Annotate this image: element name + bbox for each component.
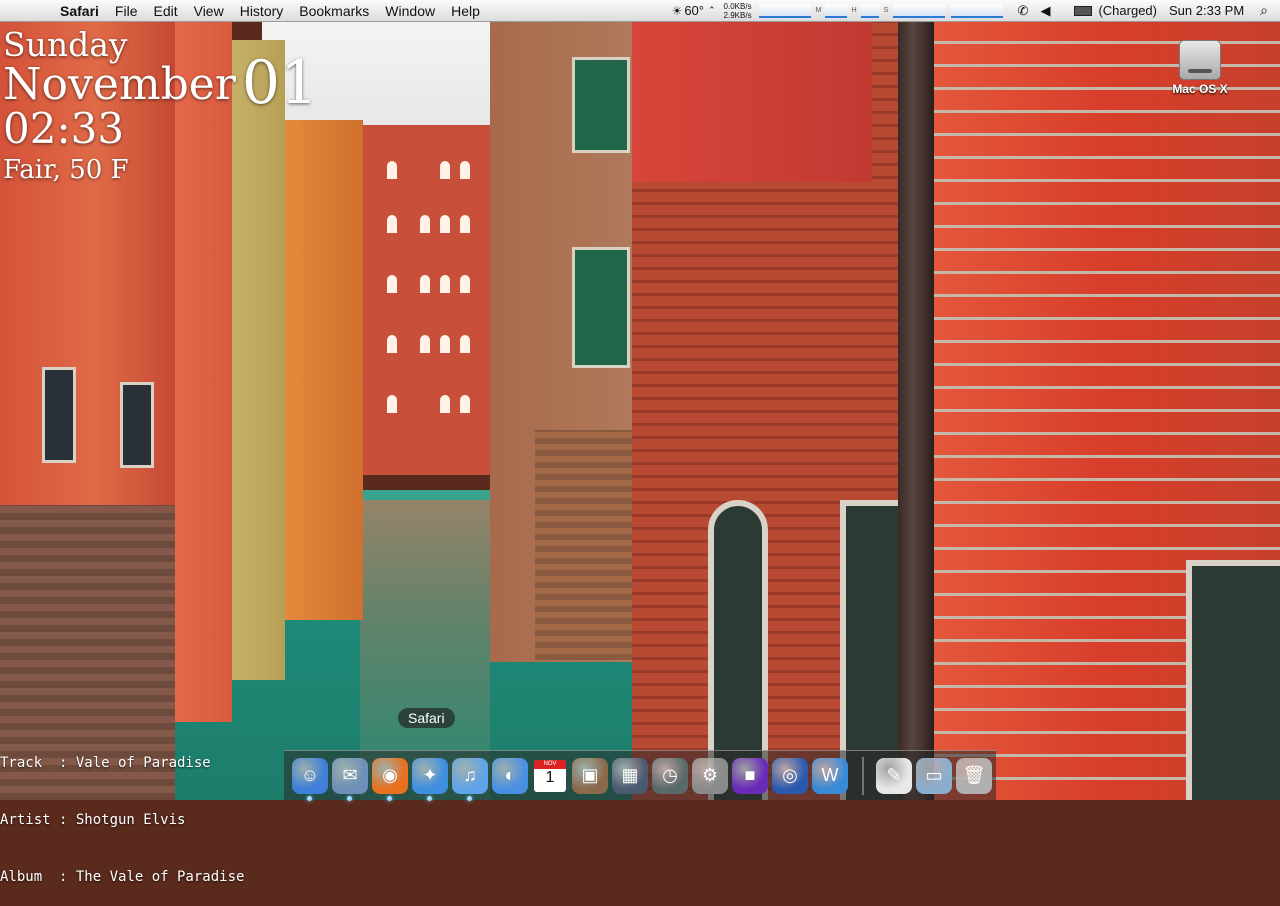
menu-view[interactable]: View xyxy=(186,0,232,22)
hard-disk-icon xyxy=(1179,40,1221,80)
ichat-glyph: ◐ xyxy=(504,765,516,785)
wallpaper-mid-base xyxy=(535,430,640,660)
dock-documents-stack-icon[interactable]: ✎ xyxy=(876,757,912,794)
cpu-label-icon: S xyxy=(883,7,889,14)
status-area: ☀ 60° ⌃ 0.0KB/s 2.9KB/s M H S ✆ ◀ (Charg… xyxy=(668,0,1280,22)
purple-app-glyph: ■ xyxy=(744,765,756,785)
dock-iphoto-icon[interactable]: ▣ xyxy=(572,757,608,794)
finder-glyph: ☺ xyxy=(300,765,320,785)
dock-downloads-folder-icon[interactable]: ▭ xyxy=(916,757,952,794)
now-playing-track: Track : Vale of Paradise xyxy=(0,755,211,771)
calendar-day: 1 xyxy=(545,768,555,786)
widget-weather: Fair, 50 F xyxy=(3,155,129,185)
wallpaper-right-door xyxy=(1186,560,1280,800)
dock-disc-utility-icon[interactable]: ◎ xyxy=(772,757,808,794)
net-down-label: 0.0KB/s xyxy=(723,1,752,11)
wallpaper-drainpipe xyxy=(898,22,934,800)
desktop-disk-mac-os-x[interactable]: Mac OS X xyxy=(1168,40,1232,96)
disc-utility-glyph: ◎ xyxy=(782,765,798,785)
volume-icon[interactable]: ◀ xyxy=(1040,3,1050,19)
network-graph[interactable] xyxy=(758,3,811,18)
menu-app-safari[interactable]: Safari xyxy=(52,0,107,22)
calendar-month: NOV xyxy=(534,759,566,769)
memory-label-icon: M xyxy=(815,7,822,14)
calendar-icon: NOV 1 xyxy=(534,759,566,792)
widget-month-line: November 01 xyxy=(3,53,318,113)
menu-file[interactable]: File xyxy=(107,0,146,22)
dock: ☺ ✉ ◉ ✦ ♫ ◐ NOV 1 ▣ ▦ ◷ ⚙ ■ ◎ W ✎ ▭ 🗑 xyxy=(284,750,996,801)
dock-finder-icon[interactable]: ☺ xyxy=(292,757,328,801)
trash-glyph: 🗑 xyxy=(962,765,986,785)
mail-glyph: ✉ xyxy=(342,765,358,785)
dock-tooltip: Safari xyxy=(398,708,455,728)
net-up-label: 2.9KB/s xyxy=(723,10,752,20)
weather-status[interactable]: ☀ 60° ⌃ xyxy=(672,3,716,18)
time-machine-glyph: ◷ xyxy=(662,765,678,785)
dock-time-machine-icon[interactable]: ◷ xyxy=(652,757,688,794)
system-preferences-glyph: ⚙ xyxy=(701,765,719,785)
dock-ical-icon[interactable]: NOV 1 xyxy=(532,758,568,794)
activity-graph[interactable] xyxy=(950,3,1003,18)
menu-help[interactable]: Help xyxy=(443,0,488,22)
menu-bookmarks[interactable]: Bookmarks xyxy=(291,0,377,22)
dock-separator xyxy=(862,756,864,795)
itunes-glyph: ♫ xyxy=(463,765,477,785)
now-playing-widget: Track : Vale of Paradise Artist : Shotgu… xyxy=(0,716,244,906)
date-time-widget: Sunday November 01 02:33 Fair, 50 F xyxy=(3,26,318,186)
widget-month: November xyxy=(3,59,236,110)
now-playing-artist: Artist : Shotgun Elvis xyxy=(0,812,186,828)
dock-safari-icon[interactable]: ✦ xyxy=(412,757,448,801)
weather-arrow-icon: ⌃ xyxy=(708,5,716,15)
widget-date: 01 xyxy=(241,48,319,118)
dock-ichat-icon[interactable]: ◐ xyxy=(492,757,528,794)
dock-word-app-icon[interactable]: W xyxy=(812,757,848,794)
sun-icon: ☀ xyxy=(671,3,683,18)
disk-label: Mac OS X xyxy=(1172,82,1228,96)
battery-status[interactable]: (Charged) xyxy=(1074,3,1157,18)
dock-dashboard-icon[interactable]: ▦ xyxy=(612,757,648,794)
dock-firefox-icon[interactable]: ◉ xyxy=(372,757,408,801)
memory-meter[interactable] xyxy=(824,3,847,18)
firefox-glyph: ◉ xyxy=(382,765,398,785)
dock-itunes-icon[interactable]: ♫ xyxy=(452,757,488,801)
downloads-folder-glyph: ▭ xyxy=(925,765,943,785)
spotlight-icon[interactable]: ⌕ xyxy=(1260,2,1268,19)
cpu-graph[interactable] xyxy=(892,3,945,18)
menu-edit[interactable]: Edit xyxy=(145,0,185,22)
iphoto-glyph: ▣ xyxy=(581,765,599,785)
menu-clock[interactable]: Sun 2:33 PM xyxy=(1169,3,1244,18)
network-monitor[interactable]: 0.0KB/s 2.9KB/s xyxy=(724,2,752,20)
menu-history[interactable]: History xyxy=(232,0,292,22)
wallpaper-orange-building xyxy=(283,120,363,620)
dock-system-preferences-icon[interactable]: ⚙ xyxy=(692,757,728,794)
battery-label: (Charged) xyxy=(1098,3,1157,18)
dashboard-glyph: ▦ xyxy=(621,765,639,785)
disk-meter[interactable] xyxy=(860,3,879,18)
menu-bar: Safari File Edit View History Bookmarks … xyxy=(0,0,1280,22)
safari-glyph: ✦ xyxy=(422,765,438,785)
dock-trash-icon[interactable]: 🗑 xyxy=(956,757,992,794)
menu-window[interactable]: Window xyxy=(377,0,443,22)
battery-icon xyxy=(1074,5,1093,16)
wallpaper-red-wall xyxy=(632,22,872,182)
disk-label-icon: H xyxy=(851,7,857,14)
temperature-label: 60° xyxy=(684,3,704,18)
now-playing-album: Album : The Vale of Paradise xyxy=(0,869,245,885)
word-app-glyph: W xyxy=(821,765,839,785)
dock-mail-icon[interactable]: ✉ xyxy=(332,757,368,801)
documents-stack-glyph: ✎ xyxy=(886,765,902,785)
phone-icon[interactable]: ✆ xyxy=(1018,3,1029,19)
dock-purple-app-icon[interactable]: ■ xyxy=(732,757,768,794)
